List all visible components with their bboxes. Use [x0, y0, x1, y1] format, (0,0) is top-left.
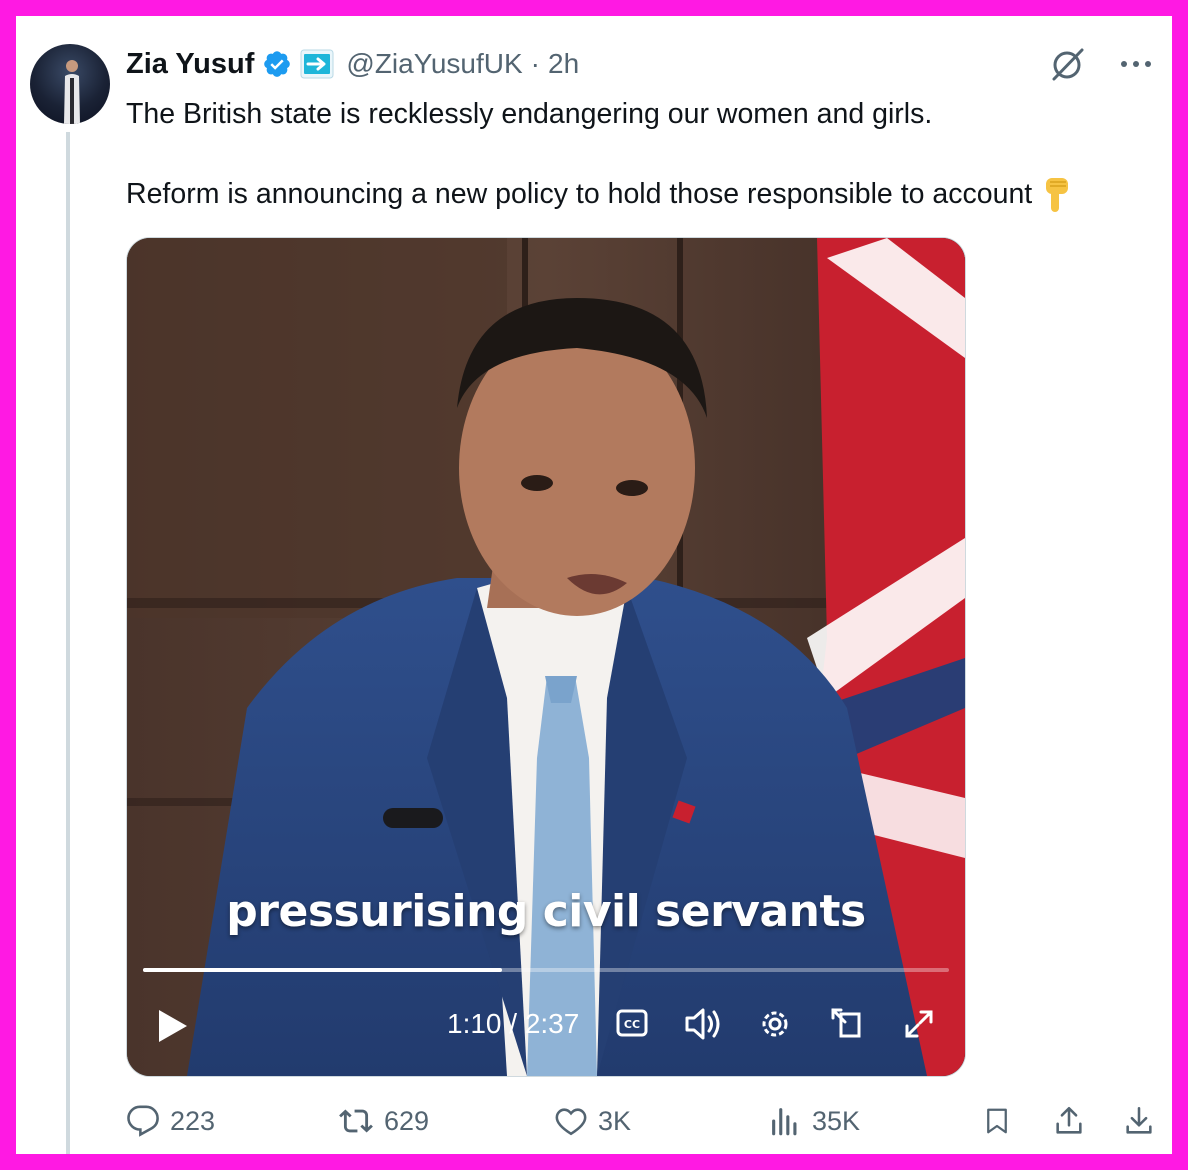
bookmark-button[interactable]	[982, 1098, 1012, 1144]
pointing-down-emoji-icon	[1040, 176, 1072, 214]
picture-in-picture-icon[interactable]	[829, 1006, 865, 1042]
views-bar-chart-icon	[772, 1108, 797, 1136]
download-button[interactable]	[1122, 1098, 1156, 1144]
tweet-header: Zia Yusuf @ZiaYusufUK · 2h	[126, 44, 579, 84]
views-button[interactable]: 35K	[768, 1098, 860, 1144]
reply-count: 223	[170, 1105, 216, 1136]
tweet-action-bar: 223 629 3K 35K	[126, 1098, 1156, 1144]
affiliate-badge-icon[interactable]	[300, 49, 334, 79]
author-handle[interactable]: @ZiaYusufUK	[346, 48, 522, 80]
heart-icon	[555, 1108, 587, 1136]
video-frame-image	[127, 238, 965, 1076]
video-caption: pressurising civil servants	[226, 886, 866, 937]
tweet-text: The British state is recklessly endanger…	[126, 94, 1166, 214]
tweet-text-line-2-content: Reform is announcing a new policy to hol…	[126, 178, 1033, 210]
video-timecode: 1:10 / 2:37	[447, 1008, 580, 1039]
fullscreen-icon[interactable]	[901, 1006, 937, 1042]
tweet-card: Zia Yusuf @ZiaYusufUK · 2h The British s…	[16, 16, 1172, 1154]
avatar-person-figure	[64, 60, 80, 124]
repost-icon	[339, 1109, 373, 1133]
video-progress-fill	[143, 968, 502, 972]
settings-gear-icon[interactable]	[757, 1006, 793, 1042]
video-controls: 1:10 / 2:37 CC	[127, 976, 965, 1076]
author-name[interactable]: Zia Yusuf	[126, 48, 254, 81]
views-count: 35K	[812, 1105, 861, 1136]
separator-dot: ·	[530, 48, 540, 79]
like-button[interactable]: 3K	[554, 1098, 631, 1144]
video-progress-bar[interactable]	[143, 968, 949, 972]
like-count: 3K	[598, 1105, 632, 1136]
more-options-icon[interactable]	[1120, 59, 1152, 69]
reply-icon	[127, 1105, 159, 1137]
download-icon	[1126, 1106, 1152, 1134]
repost-button[interactable]: 629	[338, 1098, 429, 1144]
timestamp[interactable]: 2h	[548, 48, 579, 80]
svg-text:CC: CC	[624, 1018, 640, 1031]
video-player[interactable]: pressurising civil servants 1:10 / 2:37 …	[126, 237, 966, 1077]
grok-icon[interactable]	[1050, 46, 1086, 82]
share-icon	[1056, 1106, 1082, 1134]
verified-badge-icon	[262, 49, 292, 79]
share-button[interactable]	[1052, 1098, 1086, 1144]
closed-captions-icon[interactable]: CC	[615, 1006, 649, 1040]
reply-button[interactable]: 223	[126, 1098, 215, 1144]
play-icon[interactable]	[155, 1006, 191, 1046]
avatar[interactable]	[30, 44, 110, 124]
thread-line	[66, 132, 70, 1154]
top-actions	[1050, 46, 1152, 82]
volume-icon[interactable]	[683, 1006, 723, 1042]
bookmark-icon	[987, 1108, 1007, 1134]
tweet-text-line-1: The British state is recklessly endanger…	[126, 98, 933, 130]
repost-count: 629	[384, 1105, 430, 1136]
tweet-text-line-2: Reform is announcing a new policy to hol…	[126, 174, 1166, 214]
